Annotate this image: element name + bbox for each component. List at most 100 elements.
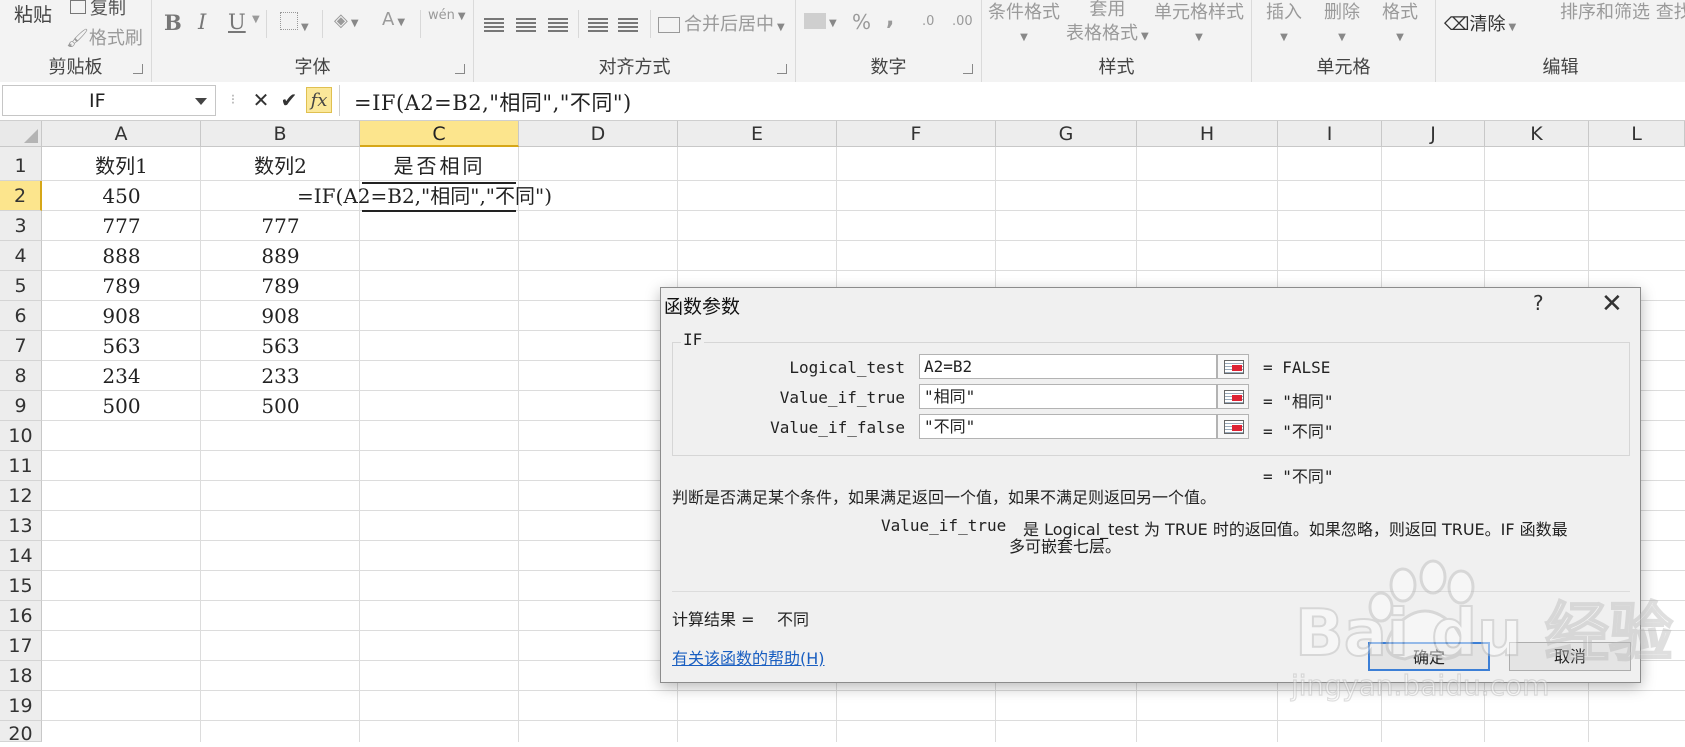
number-launcher-icon[interactable] xyxy=(963,64,973,74)
column-header-k[interactable]: K xyxy=(1485,121,1589,147)
comma-button[interactable]: , xyxy=(886,6,894,31)
decrease-decimal-button[interactable]: .00 xyxy=(952,14,973,29)
italic-button[interactable]: I xyxy=(198,10,206,34)
insert-function-button[interactable]: fx xyxy=(306,87,332,113)
cell-b2-formula[interactable]: =IF(A2=B2,"相同","不同") xyxy=(297,181,552,211)
percent-button[interactable]: % xyxy=(852,10,871,34)
column-header-d[interactable]: D xyxy=(519,121,678,147)
phonetic-button[interactable]: wén ▼ xyxy=(428,8,466,23)
cell-c1[interactable]: 是否相同 xyxy=(360,151,519,181)
logical-test-input[interactable]: A2=B2 xyxy=(919,354,1217,379)
cell-a3[interactable]: 777 xyxy=(42,211,201,241)
column-header-i[interactable]: I xyxy=(1278,121,1382,147)
column-header-a[interactable]: A xyxy=(42,121,201,147)
row-header-8[interactable]: 8 xyxy=(0,361,42,391)
format-button[interactable]: 格式 ▼ xyxy=(1382,0,1418,45)
cell-a1[interactable]: 数列1 xyxy=(42,151,201,181)
row-header-10[interactable]: 10 xyxy=(0,421,42,451)
clipboard-launcher-icon[interactable] xyxy=(133,64,143,74)
select-all-corner[interactable] xyxy=(0,121,42,147)
increase-decimal-button[interactable]: .0 xyxy=(922,14,934,29)
cell-a6[interactable]: 908 xyxy=(42,301,201,331)
align-center-button[interactable] xyxy=(516,14,536,35)
fill-color-button[interactable]: ◈ ▼ xyxy=(334,10,359,31)
cell-a9[interactable]: 500 xyxy=(42,391,201,421)
value-if-false-input[interactable]: "不同" xyxy=(919,414,1217,439)
cell-styles-button[interactable]: 单元格样式 ▼ xyxy=(1154,0,1244,45)
name-box-dropdown-icon[interactable] xyxy=(195,98,207,105)
alignment-launcher-icon[interactable] xyxy=(777,64,787,74)
column-header-h[interactable]: H xyxy=(1137,121,1278,147)
row-header-7[interactable]: 7 xyxy=(0,331,42,361)
cell-a2[interactable]: 450 xyxy=(42,181,201,211)
cell-b7[interactable]: 563 xyxy=(201,331,360,361)
cell-b3[interactable]: 777 xyxy=(201,211,360,241)
enter-formula-button[interactable]: ✔ xyxy=(276,87,302,113)
row-header-15[interactable]: 15 xyxy=(0,571,42,601)
insert-button[interactable]: 插入 ▼ xyxy=(1266,0,1302,45)
name-box[interactable]: IF xyxy=(2,85,216,116)
row-header-18[interactable]: 18 xyxy=(0,661,42,691)
column-header-f[interactable]: F xyxy=(837,121,996,147)
cell-a4[interactable]: 888 xyxy=(42,241,201,271)
format-painter-button[interactable]: 🖌格式刷 xyxy=(66,24,143,50)
logical-test-collapse-button[interactable] xyxy=(1217,354,1249,379)
column-header-c[interactable]: C xyxy=(360,121,519,147)
cancel-formula-button[interactable]: ✕ xyxy=(248,87,274,113)
row-header-5[interactable]: 5 xyxy=(0,271,42,301)
cell-b1[interactable]: 数列2 xyxy=(201,151,360,181)
table-format-button[interactable]: 套用 表格格式 ▼ xyxy=(1066,0,1149,49)
column-header-g[interactable]: G xyxy=(996,121,1137,147)
delete-button[interactable]: 删除 ▼ xyxy=(1324,0,1360,45)
bold-button[interactable]: B xyxy=(164,10,182,35)
formula-input[interactable]: =IF(A2=B2,"相同","不同") xyxy=(354,87,632,117)
cell-b6[interactable]: 908 xyxy=(201,301,360,331)
copy-button[interactable]: 复制 xyxy=(70,0,126,20)
row-header-4[interactable]: 4 xyxy=(0,241,42,271)
value-if-true-input[interactable]: "相同" xyxy=(919,384,1217,409)
clear-button[interactable]: ⌫清除 ▼ xyxy=(1444,10,1516,36)
function-help-link[interactable]: 有关该函数的帮助(H) xyxy=(672,645,825,669)
increase-indent-button[interactable] xyxy=(618,14,638,35)
font-launcher-icon[interactable] xyxy=(455,64,465,74)
cell-b8[interactable]: 233 xyxy=(201,361,360,391)
cell-a8[interactable]: 234 xyxy=(42,361,201,391)
row-header-17[interactable]: 17 xyxy=(0,631,42,661)
sort-filter-button[interactable]: 排序和筛选 查找 xyxy=(1560,0,1685,24)
dialog-help-button[interactable]: ? xyxy=(1533,291,1544,315)
row-header-3[interactable]: 3 xyxy=(0,211,42,241)
align-right-button[interactable] xyxy=(548,14,568,35)
cell-a5[interactable]: 789 xyxy=(42,271,201,301)
row-header-19[interactable]: 19 xyxy=(0,691,42,721)
align-left-button[interactable] xyxy=(484,14,504,35)
value-if-true-collapse-button[interactable] xyxy=(1217,384,1249,409)
font-color-button[interactable]: A ▼ xyxy=(382,9,405,30)
merge-center-button[interactable]: 合并后居中 ▼ xyxy=(658,10,785,36)
row-header-9[interactable]: 9 xyxy=(0,391,42,421)
row-header-11[interactable]: 11 xyxy=(0,451,42,481)
cell-b5[interactable]: 789 xyxy=(201,271,360,301)
border-button[interactable]: ▼ xyxy=(280,12,309,35)
row-header-20[interactable]: 20 xyxy=(0,721,42,745)
row-header-14[interactable]: 14 xyxy=(0,541,42,571)
row-header-16[interactable]: 16 xyxy=(0,601,42,631)
underline-dropdown-icon[interactable]: ▼ xyxy=(252,14,260,25)
accounting-button[interactable]: ▼ xyxy=(804,10,837,31)
row-header-12[interactable]: 12 xyxy=(0,481,42,511)
cell-a7[interactable]: 563 xyxy=(42,331,201,361)
row-header-2[interactable]: 2 xyxy=(0,181,42,211)
decrease-indent-button[interactable] xyxy=(588,14,608,35)
value-if-false-collapse-button[interactable] xyxy=(1217,414,1249,439)
dialog-close-button[interactable]: ✕ xyxy=(1601,289,1623,319)
cell-b4[interactable]: 889 xyxy=(201,241,360,271)
column-header-e[interactable]: E xyxy=(678,121,837,147)
paste-button[interactable]: 粘贴 xyxy=(14,0,52,27)
underline-button[interactable]: U xyxy=(228,10,246,34)
row-header-13[interactable]: 13 xyxy=(0,511,42,541)
conditional-format-button[interactable]: 条件格式 ▼ xyxy=(988,0,1060,45)
cell-b9[interactable]: 500 xyxy=(201,391,360,421)
column-header-l[interactable]: L xyxy=(1589,121,1685,147)
row-header-1[interactable]: 1 xyxy=(0,147,42,181)
column-header-b[interactable]: B xyxy=(201,121,360,147)
row-header-6[interactable]: 6 xyxy=(0,301,42,331)
